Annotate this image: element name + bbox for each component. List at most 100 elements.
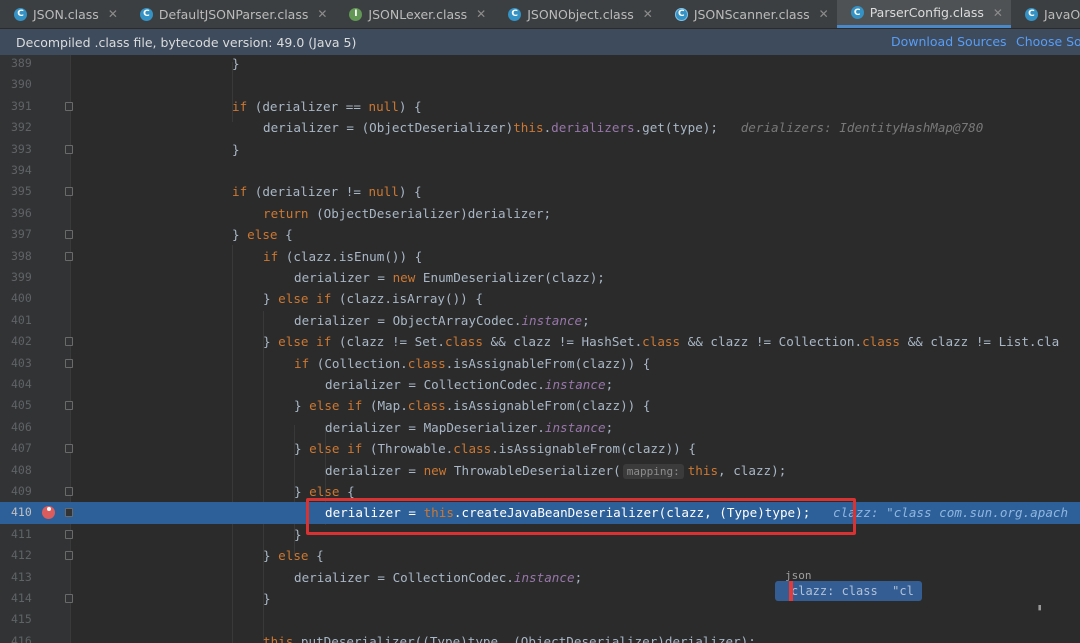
fold-marker-icon[interactable] [65,551,73,561]
code-line[interactable]: 399 derializer = new EnumDeserializer(cla… [0,267,1080,288]
line-number: 414 [11,591,32,605]
download-sources-link[interactable]: Download Sources [891,34,1007,49]
fold-marker-icon[interactable] [65,401,73,411]
code-text: } [294,526,302,542]
code-text: if (clazz.isEnum()) { [263,248,423,264]
code-line[interactable]: 393} [0,139,1080,160]
close-icon[interactable]: ✕ [108,7,118,21]
code-text: derializer = ObjectArrayCodec.instance; [294,312,590,328]
code-text: if (Collection.class.isAssignableFrom(cl… [294,355,651,371]
fold-marker-icon[interactable] [65,358,73,368]
class-icon: C [14,7,27,21]
line-number: 392 [11,120,32,135]
close-icon[interactable]: ✕ [317,7,327,21]
code-text: } [263,591,271,606]
interface-icon: I [349,7,363,21]
code-line[interactable]: 408 derializer = new ThrowableDeserialize… [0,460,1080,481]
code-text: } else { [263,548,324,564]
code-text: derializer = new EnumDeserializer(clazz)… [294,270,605,285]
code-text: derializer = MapDeserializer.instance; [325,419,614,435]
line-number: 411 [11,526,32,541]
tab-label: JSON.class [33,6,99,22]
close-icon[interactable]: ✕ [819,7,829,21]
line-number: 394 [11,163,32,177]
code-line[interactable]: 412 } else { [0,545,1080,566]
code-text: return (ObjectDeserializer)derializer; [263,205,552,221]
code-text: derializer = new ThrowableDeserializer(m… [325,462,787,479]
fold-marker-icon[interactable] [65,529,73,539]
tab-java-object-deserializer[interactable]: C JavaObjectDeserializer.class [1011,0,1080,28]
text-cursor-mark [789,581,793,601]
code-line[interactable]: 395 if (derializer != null) { [0,181,1080,202]
tab-default-json-parser[interactable]: C DefaultJSONParser.class ✕ [126,0,336,28]
fold-marker-icon[interactable] [65,508,73,518]
code-text: this.putDeserializer((Type)type, (Object… [263,633,756,643]
code-text: } else if (Map.class.isAssignableFrom(cl… [294,398,651,414]
code-line[interactable]: 404 derializer = CollectionCodec.instance… [0,374,1080,395]
code-line[interactable]: 415 [0,609,1080,630]
code-line[interactable]: 392 derializer = (ObjectDeserializer)this… [0,117,1080,138]
line-number: 415 [11,612,32,627]
code-line[interactable]: 389} [0,55,1080,74]
fold-marker-icon[interactable] [65,251,73,261]
tab-json-object[interactable]: C JSONObject.class ✕ [494,0,661,28]
code-line[interactable]: 416 this.putDeserializer((Type)type, (Obj… [0,631,1080,643]
breakpoint-icon[interactable] [42,506,55,520]
tab-json-scanner[interactable]: C JSONScanner.class ✕ [661,0,837,28]
line-number: 408 [11,462,32,477]
close-icon[interactable]: ✕ [993,6,1003,20]
code-line[interactable]: 403 if (Collection.class.isAssignableFrom… [0,353,1080,374]
code-line[interactable]: 405} else if (Map.class.isAssignableFrom… [0,395,1080,416]
code-text: } [232,56,240,71]
close-icon[interactable]: ✕ [476,7,486,21]
line-number: 397 [11,227,32,242]
line-number: 404 [11,377,32,391]
line-number: 402 [11,334,32,349]
line-number: 390 [11,77,32,92]
choose-sources-link[interactable]: Choose Sou [1016,34,1080,49]
code-text: if (derializer == null) { [232,98,422,114]
fold-marker-icon[interactable] [65,337,73,347]
vertical-scrollbar[interactable] [1070,75,1080,635]
close-icon[interactable]: ✕ [643,7,653,21]
decompiled-info-bar: Decompiled .class file, bytecode version… [0,29,1080,55]
line-number: 389 [11,56,32,70]
line-number: 400 [11,291,32,306]
fold-marker-icon[interactable] [65,487,73,496]
code-line[interactable]: 391 if (derializer == null) { [0,96,1080,117]
fold-marker-icon[interactable] [65,144,73,154]
code-line[interactable]: 407} else if (Throwable.class.isAssignab… [0,438,1080,459]
fold-marker-icon[interactable] [65,101,73,111]
code-text: } [232,141,240,157]
highlight-box [306,498,856,535]
code-line[interactable]: 397} else { [0,224,1080,245]
tab-label: JSONLexer.class [368,6,468,22]
decompiled-message: Decompiled .class file, bytecode version… [16,34,357,50]
code-line[interactable]: 394 [0,160,1080,181]
code-line[interactable]: 400 } else if (clazz.isArray()) { [0,288,1080,309]
tab-json-lexer[interactable]: I JSONLexer.class ✕ [335,0,494,28]
line-number: 391 [11,98,32,113]
code-text: derializer = CollectionCodec.instance; [294,569,583,585]
line-number: 416 [11,633,32,643]
line-number: 413 [11,569,32,584]
fold-marker-icon[interactable] [65,594,73,603]
code-editor[interactable]: 389} 390 391 if (derializer == null) {392 de… [0,55,1080,643]
code-line[interactable]: 396 return (ObjectDeserializer)derializer… [0,203,1080,224]
code-line[interactable]: 401 derializer = ObjectArrayCodec.instanc… [0,310,1080,331]
class-icon: C [850,6,864,19]
code-text: } else if (clazz.isArray()) { [263,291,483,307]
code-line[interactable]: 402} else if (clazz != Set.class && claz… [0,331,1080,352]
line-number: 412 [11,548,32,563]
tab-json-class[interactable]: C JSON.class ✕ [0,0,126,28]
code-line[interactable]: 398 if (clazz.isEnum()) { [0,246,1080,267]
fold-marker-icon[interactable] [65,187,73,197]
line-number: 401 [11,312,32,327]
fold-marker-icon[interactable] [65,444,73,454]
fold-marker-icon[interactable] [65,230,73,240]
code-line[interactable]: 406 derializer = MapDeserializer.instance… [0,417,1080,438]
class-icon: C [508,7,522,21]
scroll-marker-icon: ▮ [1037,603,1043,613]
code-line[interactable]: 390 [0,74,1080,95]
tab-parser-config[interactable]: C ParserConfig.class ✕ [836,0,1011,28]
